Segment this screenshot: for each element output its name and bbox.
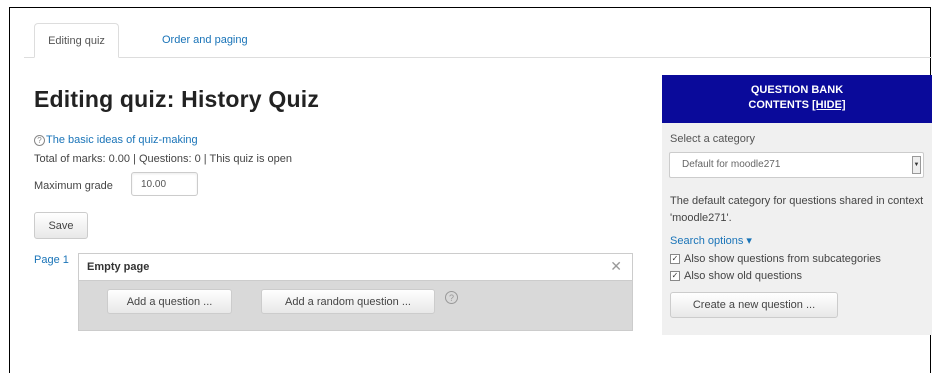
hide-link[interactable]: [HIDE] [812,99,846,111]
help-icon[interactable]: ? [445,291,458,304]
category-description: The default category for questions share… [670,195,924,224]
empty-page-label: Empty page [87,261,150,273]
max-grade-input[interactable] [131,172,198,196]
question-bank-panel: QUESTION BANK CONTENTS [HIDE] Select a c… [662,75,932,335]
add-random-question-button[interactable]: Add a random question ... [261,289,435,314]
subcategories-option[interactable]: ✓ Also show questions from subcategories [670,253,881,265]
page-number-label: Page 1 [34,254,69,266]
max-grade-label: Maximum grade [34,180,113,192]
tab-order-and-paging[interactable]: Order and paging [152,23,258,58]
quiz-page-header: Empty page ✕ [79,254,632,281]
quiz-page-box: Empty page ✕ Add a question ... Add a ra… [78,253,633,331]
category-select-value: Default for moodle271 [682,159,781,170]
add-question-button[interactable]: Add a question ... [107,289,232,314]
save-button[interactable]: Save [34,212,88,239]
quiz-totals: Total of marks: 0.00 | Questions: 0 | Th… [34,153,293,165]
help-link[interactable]: ? The basic ideas of quiz-making [34,134,198,146]
create-question-button[interactable]: Create a new question ... [670,292,838,318]
old-questions-option-label: Also show old questions [684,270,803,282]
checkbox-icon[interactable]: ✓ [670,271,680,281]
tab-bar: Editing quiz Order and paging [24,23,932,58]
question-bank-header: QUESTION BANK CONTENTS [HIDE] [662,75,932,123]
search-options-link[interactable]: Search options ▾ [670,234,752,247]
subcategories-option-label: Also show questions from subcategories [684,253,881,265]
checkbox-icon[interactable]: ✓ [670,254,680,264]
question-bank-title-line2: CONTENTS [HIDE] [662,98,932,113]
close-icon[interactable]: ✕ [610,258,622,275]
question-bank-title: QUESTION BANK [750,84,844,96]
chevron-down-icon: ▼ [912,156,921,174]
old-questions-option[interactable]: ✓ Also show old questions [670,270,802,282]
tab-editing-quiz[interactable]: Editing quiz [34,23,119,58]
select-category-label: Select a category [670,133,755,145]
category-select[interactable]: Default for moodle271 ▼ [669,152,924,178]
page-title: Editing quiz: History Quiz [34,86,320,112]
help-link-label: The basic ideas of quiz-making [46,134,198,146]
question-bank-contents-label: CONTENTS [748,99,809,111]
help-icon: ? [34,134,45,146]
